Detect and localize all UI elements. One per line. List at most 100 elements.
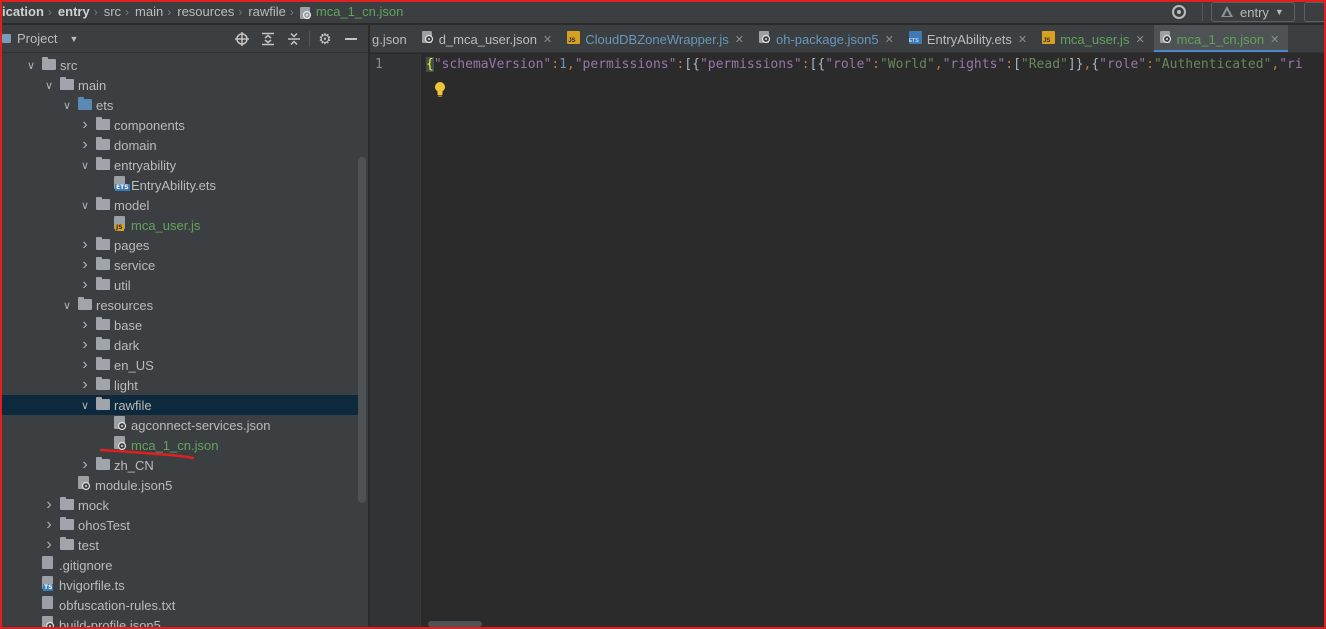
ts-file-icon: TS: [42, 576, 55, 594]
tree-folder[interactable]: › util: [0, 275, 366, 295]
chevron-down-icon[interactable]: ∨: [60, 299, 74, 312]
breadcrumb-item[interactable]: resources: [177, 4, 234, 19]
editor-tab[interactable]: g.json: [370, 25, 416, 52]
editor-tab[interactable]: mca_1_cn.json ✕: [1153, 25, 1289, 52]
tree-item-label: mock: [78, 497, 110, 513]
code-token: :: [1146, 57, 1154, 72]
locate-icon[interactable]: [229, 25, 255, 53]
tree-folder[interactable]: › test: [0, 535, 366, 555]
tree-folder[interactable]: › ohosTest: [0, 515, 366, 535]
breadcrumb-item[interactable]: mca_1_cn.json: [316, 4, 403, 19]
close-icon[interactable]: ✕: [543, 33, 552, 46]
chevron-right-icon[interactable]: ›: [78, 256, 92, 274]
chevron-right-icon[interactable]: ›: [78, 136, 92, 154]
code-token: "role": [1099, 57, 1147, 72]
code-token: :: [551, 57, 560, 72]
project-view-selector[interactable]: Project ▼: [2, 31, 78, 46]
editor-tab[interactable]: mca_user.js ✕: [1036, 25, 1154, 52]
tree-file[interactable]: .gitignore: [0, 555, 366, 575]
chevron-right-icon[interactable]: ›: [42, 516, 56, 534]
chevron-right-icon[interactable]: ›: [78, 276, 92, 294]
tree-item-label: ohosTest: [78, 517, 131, 533]
tree-folder[interactable]: ∨ main: [0, 75, 366, 95]
close-icon[interactable]: ✕: [1018, 33, 1027, 46]
chevron-right-icon[interactable]: ›: [78, 116, 92, 134]
tree-folder[interactable]: › dark: [0, 335, 366, 355]
tree-folder[interactable]: › light: [0, 375, 366, 395]
chevron-down-icon[interactable]: ∨: [60, 99, 74, 112]
breadcrumb-item[interactable]: ication: [2, 4, 44, 19]
tree-item-label: src: [60, 57, 78, 73]
code-line[interactable]: {"schemaVersion":1,"permissions":[{"perm…: [426, 57, 1303, 72]
collapse-all-icon[interactable]: [281, 25, 307, 53]
tab-label: mca_1_cn.json: [1176, 31, 1265, 47]
hide-icon[interactable]: [338, 25, 364, 53]
folder-icon: [60, 77, 74, 93]
tree-folder[interactable]: ∨ entryability: [0, 155, 366, 175]
breadcrumb-item[interactable]: rawfile: [248, 4, 286, 19]
close-icon[interactable]: ✕: [1270, 33, 1279, 46]
chevron-right-icon[interactable]: ›: [78, 336, 92, 354]
source-folder-icon: [78, 97, 92, 113]
expand-all-icon[interactable]: [255, 25, 281, 53]
tab-label: CloudDBZoneWrapper.js: [585, 31, 729, 47]
chevron-right-icon[interactable]: ›: [78, 316, 92, 334]
tree-folder[interactable]: ∨ rawfile: [0, 395, 366, 415]
editor-tab[interactable]: oh-package.json5 ✕: [753, 25, 903, 52]
tree-folder[interactable]: › mock: [0, 495, 366, 515]
locate-icon[interactable]: [1172, 5, 1186, 19]
close-icon[interactable]: ✕: [735, 33, 744, 46]
chevron-right-icon[interactable]: ›: [78, 456, 92, 474]
tree-folder[interactable]: › pages: [0, 235, 366, 255]
device-selector[interactable]: [1304, 2, 1326, 22]
breadcrumb-item[interactable]: src: [104, 4, 121, 19]
tree-scrollbar[interactable]: [358, 157, 366, 503]
chevron-right-icon[interactable]: ›: [42, 496, 56, 514]
tree-file[interactable]: JS mca_user.js: [0, 215, 366, 235]
editor-tab[interactable]: d_mca_user.json ✕: [416, 25, 562, 52]
horizontal-scrollbar[interactable]: [428, 621, 482, 627]
tree-folder[interactable]: ∨ model: [0, 195, 366, 215]
tree-file[interactable]: TS hvigorfile.ts: [0, 575, 366, 595]
chevron-down-icon[interactable]: ∨: [78, 159, 92, 172]
chevron-down-icon[interactable]: ∨: [24, 59, 38, 72]
chevron-right-icon[interactable]: ›: [78, 236, 92, 254]
tree-file[interactable]: module.json5: [0, 475, 366, 495]
tree-folder[interactable]: › components: [0, 115, 366, 135]
text-file-icon: [42, 596, 55, 614]
folder-icon: [96, 197, 110, 213]
chevron-down-icon[interactable]: ∨: [78, 199, 92, 212]
chevron-down-icon[interactable]: ∨: [78, 399, 92, 412]
breadcrumb-item[interactable]: main: [135, 4, 163, 19]
tree-folder[interactable]: ∨ ets: [0, 95, 366, 115]
tree-file[interactable]: obfuscation-rules.txt: [0, 595, 366, 615]
code-token: :: [1005, 57, 1014, 72]
chevron-right-icon[interactable]: ›: [78, 376, 92, 394]
chevron-right-icon: ›: [93, 4, 98, 19]
run-config-selector[interactable]: entry ▼: [1211, 2, 1295, 22]
lightbulb-icon[interactable]: [434, 81, 446, 97]
editor-tab[interactable]: EntryAbility.ets ✕: [903, 25, 1036, 52]
tree-folder[interactable]: › service: [0, 255, 366, 275]
chevron-right-icon[interactable]: ›: [42, 536, 56, 554]
tree-file[interactable]: agconnect-services.json: [0, 415, 366, 435]
tree-item-label: ets: [96, 97, 114, 113]
close-icon[interactable]: ✕: [1135, 33, 1144, 46]
tree-folder[interactable]: ∨ resources: [0, 295, 366, 315]
chevron-right-icon[interactable]: ›: [78, 356, 92, 374]
tree-folder[interactable]: ∨ src: [0, 55, 366, 75]
breadcrumb-item[interactable]: entry: [58, 4, 90, 19]
tree-folder[interactable]: › base: [0, 315, 366, 335]
tree-item-label: components: [114, 117, 185, 133]
tree-file[interactable]: build-profile.json5: [0, 615, 366, 629]
code-token: :: [872, 57, 880, 72]
tree-file[interactable]: ETS EntryAbility.ets: [0, 175, 366, 195]
tree-folder[interactable]: › domain: [0, 135, 366, 155]
tree-folder[interactable]: › en_US: [0, 355, 366, 375]
gear-icon[interactable]: ⚙: [312, 25, 338, 53]
chevron-down-icon: ▼: [69, 33, 79, 44]
close-icon[interactable]: ✕: [885, 33, 894, 46]
chevron-right-icon: ›: [238, 4, 243, 19]
editor-tab[interactable]: CloudDBZoneWrapper.js ✕: [561, 25, 753, 52]
chevron-down-icon[interactable]: ∨: [42, 79, 56, 92]
